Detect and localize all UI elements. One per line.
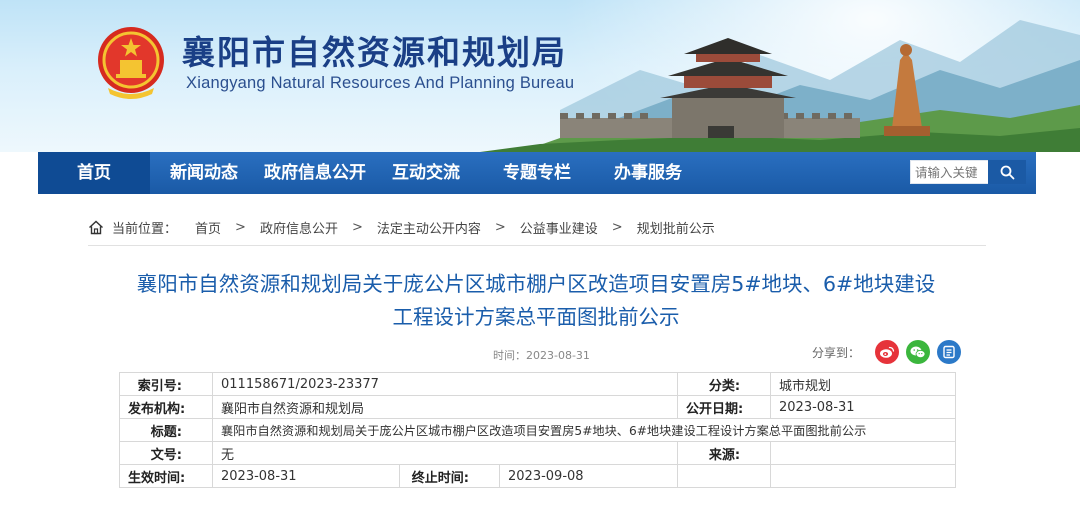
breadcrumb-item-gov-info[interactable]: 政府信息公开	[260, 218, 338, 237]
breadcrumb-label: 当前位置：	[112, 221, 178, 237]
share-weibo-button[interactable]	[875, 340, 899, 364]
breadcrumb-item-statutory[interactable]: 法定主动公开内容	[377, 218, 481, 237]
publisher-value: 襄阳市自然资源和规划局	[211, 395, 679, 419]
document-meta-table: 索引号: 011158671/2023-23377 分类: 城市规划 发布机构:…	[119, 372, 957, 488]
nav-item-gov-info[interactable]: 政府信息公开	[264, 152, 366, 194]
site-title: 襄阳市自然资源和规划局	[182, 33, 567, 72]
article-title: 襄阳市自然资源和规划局关于庞公片区城市棚户区改造项目安置房5#地块、6#地块建设…	[80, 268, 992, 334]
empty-cell	[770, 464, 957, 488]
wechat-icon	[910, 346, 926, 359]
breadcrumb-divider	[88, 245, 986, 246]
effective-value: 2023-08-31	[212, 464, 400, 488]
category-value: 城市规划	[770, 372, 957, 396]
source-label: 来源:	[677, 441, 772, 465]
nav-item-interaction[interactable]: 互动交流	[392, 152, 460, 194]
nav-item-special-topics[interactable]: 专题专栏	[503, 152, 571, 194]
doc-no-label: 文号:	[119, 441, 213, 465]
breadcrumb-separator: >	[351, 219, 363, 235]
empty-cell	[677, 464, 772, 488]
share-wechat-button[interactable]	[906, 340, 930, 364]
index-no-value: 011158671/2023-23377	[211, 372, 679, 396]
share-label: 分享到：	[812, 346, 861, 360]
search-icon	[1000, 165, 1014, 179]
share-other-icon	[943, 345, 955, 359]
effective-label: 生效时间:	[119, 464, 213, 488]
publish-date-label: 公开日期:	[677, 395, 772, 419]
main-nav: 首页 新闻动态 政府信息公开 互动交流 专题专栏 办事服务	[38, 152, 1036, 194]
table-row: 标题: 襄阳市自然资源和规划局关于庞公片区城市棚户区改造项目安置房5#地块、6#…	[119, 418, 957, 442]
home-icon	[88, 220, 104, 235]
category-label: 分类:	[677, 372, 772, 396]
breadcrumb-separator: >	[494, 219, 506, 235]
table-row: 发布机构: 襄阳市自然资源和规划局 公开日期: 2023-08-31	[119, 395, 957, 419]
nav-item-news[interactable]: 新闻动态	[170, 152, 238, 194]
search-button[interactable]	[988, 160, 1026, 184]
nav-item-services[interactable]: 办事服务	[614, 152, 682, 194]
site-subtitle: Xiangyang Natural Resources And Planning…	[186, 74, 575, 92]
table-row: 文号: 无 来源:	[119, 441, 957, 465]
table-row: 索引号: 011158671/2023-23377 分类: 城市规划	[119, 372, 957, 396]
breadcrumb-separator: >	[235, 219, 246, 235]
breadcrumb-separator: >	[611, 219, 623, 235]
header-banner: 襄阳市自然资源和规划局 Xiangyang Natural Resources …	[0, 0, 1080, 152]
breadcrumb-item-home[interactable]: 首页	[195, 218, 221, 237]
source-value	[770, 441, 957, 465]
share-other-button[interactable]	[937, 340, 961, 364]
breadcrumb-item-public-welfare[interactable]: 公益事业建设	[520, 218, 598, 237]
national-emblem-icon	[98, 27, 164, 99]
index-no-label: 索引号:	[119, 372, 213, 396]
publish-time: 时间：2023-08-31	[493, 349, 590, 362]
subject-value: 襄阳市自然资源和规划局关于庞公片区城市棚户区改造项目安置房5#地块、6#地块建设…	[211, 418, 957, 442]
search-box	[910, 160, 1026, 184]
subject-label: 标题:	[119, 418, 213, 442]
article-title-line1: 襄阳市自然资源和规划局关于庞公片区城市棚户区改造项目安置房5#地块、6#地块建设	[136, 272, 936, 296]
publish-date-value: 2023-08-31	[770, 395, 957, 419]
expire-label: 终止时间:	[399, 464, 500, 488]
publisher-label: 发布机构:	[119, 395, 213, 419]
article-title-line2: 工程设计方案总平面图批前公示	[392, 305, 680, 329]
breadcrumb-item-planning-notice[interactable]: 规划批前公示	[637, 218, 715, 237]
breadcrumb: 当前位置： 首页 > 政府信息公开 > 法定主动公开内容 > 公益事业建设 > …	[88, 218, 715, 237]
nav-item-home[interactable]: 首页	[38, 152, 150, 194]
weibo-icon	[880, 346, 895, 358]
doc-no-value: 无	[211, 441, 679, 465]
table-row: 生效时间: 2023-08-31 终止时间: 2023-09-08	[119, 464, 957, 488]
expire-value: 2023-09-08	[498, 464, 679, 488]
search-input[interactable]	[910, 160, 988, 184]
